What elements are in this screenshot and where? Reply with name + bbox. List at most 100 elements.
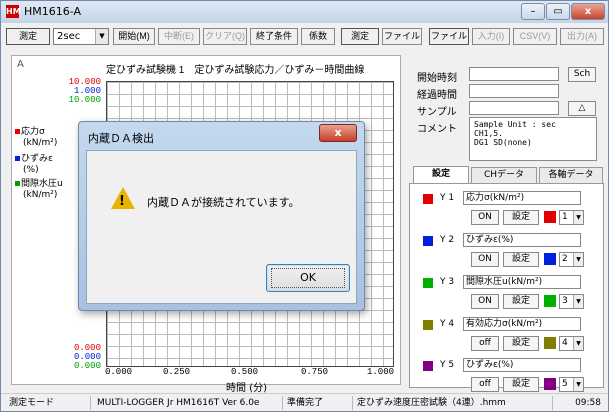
legend-strain: ひずみε (%): [15, 154, 53, 176]
sample-field[interactable]: [469, 101, 559, 115]
focus-ring: [271, 268, 345, 288]
channel-toggle-button[interactable]: off: [471, 377, 499, 392]
channel-color-swatch[interactable]: [544, 211, 556, 223]
status-mode: 測定モード: [5, 396, 91, 410]
window-title: HM1616-A: [24, 5, 82, 18]
channel-value-field[interactable]: ひずみε(%): [463, 358, 581, 372]
comment-label: コメント: [417, 124, 457, 135]
channel-value-field[interactable]: ひずみε(%): [463, 233, 581, 247]
channel-toggle-button[interactable]: ON: [471, 210, 499, 225]
main-window: HM HM1616-A – ▭ x 測定 2sec ▼ 開始(M) 中断(E) …: [0, 0, 609, 412]
csv-button[interactable]: CSV(V): [513, 28, 557, 45]
legend-name: 応力σ: [21, 127, 45, 137]
tab-settings[interactable]: 設定: [413, 166, 469, 184]
channel-row: Y 2 ひずみε(%) ON 設定 2 ▼: [413, 232, 603, 272]
dialog-message: 内蔵ＤＡが接続されています。: [147, 196, 300, 209]
x-axis-label: 時間 (分): [226, 383, 267, 394]
measure-tab-button[interactable]: 測定: [341, 28, 379, 45]
channel-number-select[interactable]: 4 ▼: [559, 336, 584, 351]
chart-title: 定ひずみ試験機 1 定ひずみ試験応力／ひずみ－時間曲線: [106, 65, 365, 76]
channel-settings-button[interactable]: 設定: [503, 377, 539, 392]
status-version: MULTI-LOGGER Jr HM1616T Ver 6.0e: [93, 396, 283, 410]
channel-number-select[interactable]: 3 ▼: [559, 294, 584, 309]
channel-settings-button[interactable]: 設定: [503, 210, 539, 225]
start-time-label: 開始時刻: [417, 73, 457, 84]
legend-unit: (%): [23, 165, 39, 175]
title-bar: HM HM1616-A – ▭ x: [1, 1, 608, 23]
clear-button[interactable]: クリア(Q): [203, 28, 247, 45]
plot-corner-label: A: [17, 59, 24, 70]
comment-field[interactable]: Sample Unit : sec CH1,5. DG1 SD(none): [469, 117, 597, 161]
channel-number-select[interactable]: 5 ▼: [559, 377, 584, 392]
channel-number: 2: [562, 254, 568, 264]
channel-color-swatch[interactable]: [544, 337, 556, 349]
legend-unit: (kN/m²): [23, 190, 58, 200]
interval-select[interactable]: 2sec ▼: [53, 28, 109, 45]
channel-row: Y 1 応力σ(kN/m²) ON 設定 1 ▼: [413, 190, 603, 230]
channel-value-field[interactable]: 有効応力σ(kN/m²): [463, 317, 581, 331]
y-axis-top-tick: 10.000: [68, 95, 101, 105]
channel-toggle-button[interactable]: ON: [471, 252, 499, 267]
legend-stress: 応力σ (kN/m²): [15, 127, 57, 149]
chevron-down-icon: ▼: [573, 211, 583, 224]
channel-color-swatch[interactable]: [544, 253, 556, 265]
dialog-close-button[interactable]: x: [319, 124, 357, 142]
da-detect-dialog: 内蔵ＤＡ検出 x ! 内蔵ＤＡが接続されています。 OK: [78, 121, 365, 311]
app-icon: HM: [6, 5, 21, 18]
toolbar: 測定 2sec ▼ 開始(M) 中断(E) クリア(Q) 終了条件 係数 測定 …: [1, 23, 608, 49]
x-axis-tick: 1.000: [367, 367, 395, 377]
x-axis-tick: 0.750: [301, 367, 329, 377]
settings-tabs: 設定 CHデータ 各軸データ: [409, 166, 604, 184]
input-button[interactable]: 入力(I): [472, 28, 510, 45]
channel-color: [423, 194, 433, 204]
coefficient-button[interactable]: 係数: [301, 28, 335, 45]
channel-value-field[interactable]: 間隙水圧u(kN/m²): [463, 275, 581, 289]
channel-value-field[interactable]: 応力σ(kN/m²): [463, 191, 581, 205]
channel-color-swatch[interactable]: [544, 378, 556, 390]
channel-name: Y 2: [440, 235, 455, 245]
pause-button[interactable]: 中断(E): [158, 28, 200, 45]
end-condition-button[interactable]: 終了条件: [250, 28, 298, 45]
start-button[interactable]: 開始(M): [113, 28, 155, 45]
channel-color: [423, 320, 433, 330]
channel-color: [423, 278, 433, 288]
channel-name: Y 1: [440, 193, 455, 203]
legend-name: ひずみε: [21, 154, 53, 164]
scroll-up-button[interactable]: △: [568, 101, 596, 116]
warning-mark: !: [119, 194, 125, 209]
channel-color: [423, 236, 433, 246]
minimize-button[interactable]: –: [521, 3, 545, 20]
tab-ch-data[interactable]: CHデータ: [471, 167, 537, 183]
channel-toggle-button[interactable]: off: [471, 336, 499, 351]
measure-mode-button[interactable]: 測定: [6, 28, 50, 45]
channel-name: Y 4: [440, 319, 455, 329]
channel-number: 3: [562, 296, 568, 306]
output-button[interactable]: 出力(A): [560, 28, 604, 45]
x-axis-tick: 0.000: [105, 367, 133, 377]
channel-settings-button[interactable]: 設定: [503, 252, 539, 267]
file-menu-button[interactable]: ファイル: [382, 28, 422, 45]
channel-row: Y 3 間隙水圧u(kN/m²) ON 設定 3 ▼: [413, 274, 603, 314]
channel-color-swatch[interactable]: [544, 295, 556, 307]
file-button[interactable]: ファイル: [429, 28, 469, 45]
maximize-button[interactable]: ▭: [546, 3, 570, 20]
channel-row: Y 4 有効応力σ(kN/m²) off 設定 4 ▼: [413, 316, 603, 356]
channel-settings-button[interactable]: 設定: [503, 294, 539, 309]
channel-name: Y 3: [440, 277, 455, 287]
sch-button[interactable]: Sch: [568, 67, 596, 82]
elapsed-time-field[interactable]: [469, 84, 559, 98]
tab-axis-data[interactable]: 各軸データ: [539, 167, 603, 183]
channel-number: 1: [562, 212, 568, 222]
dialog-title: 内蔵ＤＡ検出: [88, 132, 154, 145]
close-button[interactable]: x: [571, 3, 605, 20]
chevron-down-icon: ▼: [573, 295, 583, 308]
x-axis-tick: 0.250: [163, 367, 191, 377]
channel-number-select[interactable]: 2 ▼: [559, 252, 584, 267]
start-time-field[interactable]: [469, 67, 559, 81]
channel-color: [423, 361, 433, 371]
y-axis-bottom-tick: 0.000: [73, 361, 101, 371]
channel-settings-button[interactable]: 設定: [503, 336, 539, 351]
channel-toggle-button[interactable]: ON: [471, 294, 499, 309]
channel-number-select[interactable]: 1 ▼: [559, 210, 584, 225]
status-bar: 測定モード MULTI-LOGGER Jr HM1616T Ver 6.0e 準…: [1, 393, 608, 411]
